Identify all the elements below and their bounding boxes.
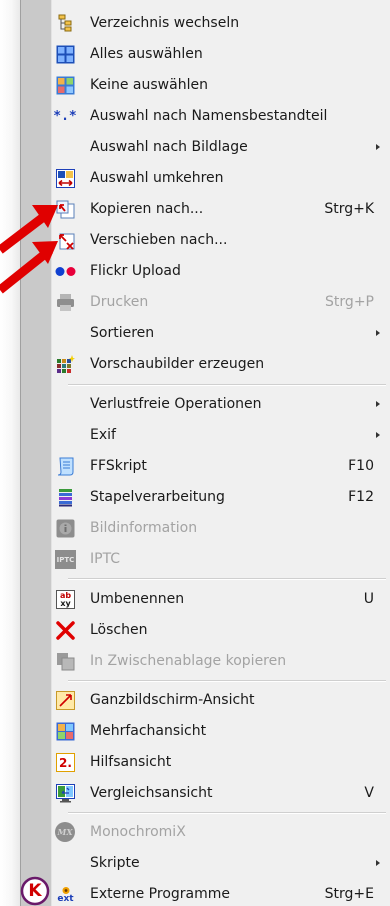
secondary-view-icon-text: 2. (59, 755, 72, 770)
menu-item-shortcut: Strg+K (324, 201, 374, 217)
menu-item-label: Auswahl umkehren (90, 170, 224, 186)
menu-item-label: Drucken (90, 294, 149, 310)
annotation-arrows (0, 205, 58, 294)
menu-item-verzeichnis-wechseln[interactable]: Verzeichnis wechseln (21, 8, 390, 39)
submenu-arrow-icon (376, 330, 380, 336)
menu-item-label: Kopieren nach... (90, 201, 204, 217)
iptc-icon-text: IPTC (56, 555, 75, 564)
menu-item-label: FFSkript (90, 458, 147, 474)
menu-item-label: Auswahl nach Namensbestandteil (90, 108, 328, 124)
menu-item-label: Exif (90, 427, 116, 443)
menu-item-auswahl-namensbestandteil[interactable]: *.* Auswahl nach Namensbestandteil (21, 101, 390, 132)
menu-item-label: MonochromiX (90, 824, 186, 840)
thumbnails-icon (56, 355, 75, 374)
app-logo-letter: K (28, 881, 42, 901)
menu-item-keine-auswaehlen[interactable]: Keine auswählen (21, 70, 390, 101)
menu-item-label: Verzeichnis wechseln (90, 15, 240, 31)
fullscreen-icon (56, 691, 75, 710)
menu-item-hilfsansicht[interactable]: 2. Hilfsansicht (21, 747, 390, 778)
iptc-icon: IPTC (55, 550, 76, 569)
menu-item-sortieren[interactable]: Sortieren (21, 318, 390, 349)
menu-item-flickr-upload[interactable]: Flickr Upload (21, 256, 390, 287)
menu-item-label: IPTC (90, 551, 121, 567)
submenu-arrow-icon (376, 860, 380, 866)
menu-item-verschieben-nach[interactable]: Verschieben nach... (21, 225, 390, 256)
menu-item-vorschaubilder-erzeugen[interactable]: Vorschaubilder erzeugen (21, 349, 390, 380)
menu-item-label: Auswahl nach Bildlage (90, 139, 248, 155)
rename-icon-bottom: xy (60, 598, 71, 608)
menu-item-label: In Zwischenablage kopieren (90, 653, 287, 669)
menu-item-verlustfreie-operationen[interactable]: Verlustfreie Operationen (21, 389, 390, 420)
menu-item-label: Flickr Upload (90, 263, 181, 279)
menu-item-label: Bildinformation (90, 520, 198, 536)
external-programs-icon: ext (56, 885, 75, 904)
rename-icon: ab xy (56, 590, 75, 609)
menu-item-shortcut: U (363, 591, 374, 607)
external-programs-icon-text: ext (57, 893, 74, 904)
menu-item-alles-auswaehlen[interactable]: Alles auswählen (21, 39, 390, 70)
menu-item-bildinformation[interactable]: Bildinformation (21, 513, 390, 544)
menu-separator (68, 680, 386, 682)
menu-item-label: Alles auswählen (90, 46, 203, 62)
menu-item-label: Verschieben nach... (90, 232, 228, 248)
menu-item-shortcut: V (364, 785, 374, 801)
menu-item-label: Löschen (90, 622, 148, 638)
batch-icon (56, 488, 75, 507)
submenu-arrow-icon (376, 432, 380, 438)
menu-item-label: Vorschaubilder erzeugen (90, 356, 265, 372)
menu-item-kopieren-nach[interactable]: Kopieren nach... Strg+K (21, 194, 390, 225)
menu-item-shortcut: F12 (348, 489, 374, 505)
menu-item-auswahl-bildlage[interactable]: Auswahl nach Bildlage (21, 132, 390, 163)
app-logo: K (20, 876, 50, 906)
menu-item-label: Externe Programme (90, 886, 230, 902)
menu-item-label: Verlustfreie Operationen (90, 396, 262, 412)
menu-item-zwischenablage-kopieren[interactable]: In Zwischenablage kopieren (21, 646, 390, 677)
menu-item-label: Hilfsansicht (90, 754, 172, 770)
clipboard-icon (56, 652, 75, 671)
multiview-icon (56, 722, 75, 741)
menu-item-auswahl-umkehren[interactable]: Auswahl umkehren (21, 163, 390, 194)
menu-item-label: Vergleichsansicht (90, 785, 213, 801)
menu-item-umbenennen[interactable]: ab xy Umbenennen U (21, 584, 390, 615)
menu-item-monochromix[interactable]: MX MonochromiX (21, 817, 390, 848)
menu-separator (68, 384, 386, 386)
submenu-arrow-icon (376, 144, 380, 150)
menu-separator (68, 812, 386, 814)
menu-item-ffskript[interactable]: FFSkript F10 (21, 451, 390, 482)
menu-item-shortcut: Strg+E (324, 886, 374, 902)
menu-item-label: Mehrfachansicht (90, 723, 207, 739)
menu-item-shortcut: F10 (348, 458, 374, 474)
context-menu-screen: Verzeichnis wechseln Alles auswählen Kei… (0, 0, 390, 906)
menu-item-label: Sortieren (90, 325, 155, 341)
monochromix-icon: MX (55, 822, 75, 842)
menu-separator (68, 578, 386, 580)
monochromix-icon-text: MX (57, 827, 73, 837)
menu-item-stapelverarbeitung[interactable]: Stapelverarbeitung F12 (21, 482, 390, 513)
menu-item-ganzbildschirm-ansicht[interactable]: Ganzbildschirm-Ansicht (21, 685, 390, 716)
submenu-arrow-icon (376, 401, 380, 407)
compare-icon (56, 784, 75, 803)
menu-item-label: Ganzbildschirm-Ansicht (90, 692, 255, 708)
menu-item-label: Umbenennen (90, 591, 185, 607)
menu-item-label: Stapelverarbeitung (90, 489, 225, 505)
menu-item-skripte[interactable]: Skripte (21, 848, 390, 879)
menu-item-shortcut: Strg+P (325, 294, 374, 310)
script-icon (56, 457, 75, 476)
info-icon (56, 519, 75, 538)
menu-item-drucken[interactable]: Drucken Strg+P (21, 287, 390, 318)
menu-item-externe-programme[interactable]: ext Externe Programme Strg+E (21, 879, 390, 906)
secondary-view-icon: 2. (56, 753, 75, 772)
menu-item-label: Keine auswählen (90, 77, 208, 93)
menu-item-mehrfachansicht[interactable]: Mehrfachansicht (21, 716, 390, 747)
menu-item-iptc[interactable]: IPTC IPTC (21, 544, 390, 575)
menu-item-exif[interactable]: Exif (21, 420, 390, 451)
menu-item-label: Skripte (90, 855, 140, 871)
delete-icon (56, 621, 75, 640)
menu-item-vergleichsansicht[interactable]: Vergleichsansicht V (21, 778, 390, 809)
menu-item-loeschen[interactable]: Löschen (21, 615, 390, 646)
